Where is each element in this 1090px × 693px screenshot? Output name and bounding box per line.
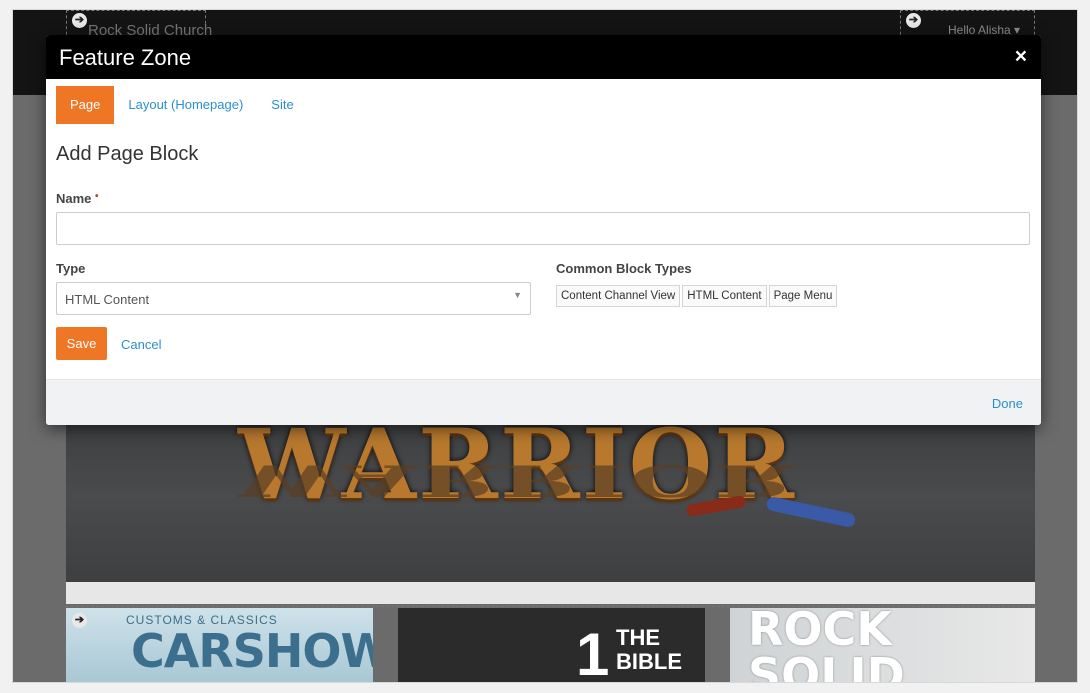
tab-page[interactable]: Page bbox=[56, 86, 115, 124]
feature-tile-rock-solid[interactable]: ROCK SOLID bbox=[730, 608, 1035, 683]
tile-title: THE BIBLE bbox=[616, 625, 682, 674]
type-select[interactable]: HTML Content ▼ bbox=[56, 282, 531, 315]
modal-title: Feature Zone bbox=[59, 45, 192, 70]
tile-title: CARSHOW bbox=[131, 624, 373, 678]
name-label-text: Name bbox=[56, 191, 92, 206]
chip-content-channel-view[interactable]: Content Channel View bbox=[556, 285, 681, 307]
modal-footer: Done bbox=[46, 379, 1041, 425]
hero-caption-strip bbox=[66, 582, 1035, 604]
done-button[interactable]: Done bbox=[992, 396, 1023, 411]
required-indicator: • bbox=[95, 191, 99, 202]
tab-layout[interactable]: Layout (Homepage) bbox=[114, 86, 257, 124]
tile-title: ROCK SOLID bbox=[748, 608, 905, 683]
cancel-button[interactable]: Cancel bbox=[121, 337, 161, 352]
caret-down-icon: ▼ bbox=[513, 290, 522, 300]
type-select-value: HTML Content bbox=[65, 292, 150, 307]
common-block-types: Content Channel View HTML Content Page Men… bbox=[556, 285, 839, 307]
name-label: Name • bbox=[56, 191, 99, 206]
tab-site[interactable]: Site bbox=[257, 86, 307, 124]
close-icon[interactable]: × bbox=[1015, 45, 1027, 69]
name-input[interactable] bbox=[56, 212, 1030, 245]
hero-reflection: WARRIOR bbox=[238, 455, 797, 506]
scope-tabs: Page Layout (Homepage) Site bbox=[56, 86, 308, 124]
chip-page-menu[interactable]: Page Menu bbox=[768, 285, 838, 307]
hero-decoration bbox=[765, 495, 857, 529]
feature-tile-bible[interactable]: 1 THE BIBLE bbox=[398, 608, 705, 683]
feature-zone-modal: Feature Zone × Page Layout (Homepage) Site… bbox=[46, 35, 1041, 425]
common-block-types-label: Common Block Types bbox=[556, 261, 692, 276]
form-heading: Add Page Block bbox=[56, 143, 199, 165]
save-button[interactable]: Save bbox=[56, 327, 107, 360]
zone-arrow-icon[interactable]: ➔ bbox=[72, 13, 87, 28]
hero-banner: WARRIOR WARRIOR bbox=[66, 410, 1035, 582]
modal-header: Feature Zone × bbox=[46, 35, 1041, 79]
feature-tile-carshow[interactable]: CUSTOMS & CLASSICS CARSHOW bbox=[66, 608, 373, 682]
chip-html-content[interactable]: HTML Content bbox=[682, 285, 767, 307]
zone-arrow-icon[interactable]: ➔ bbox=[906, 13, 921, 28]
tile-number: 1 bbox=[576, 621, 610, 683]
type-label: Type bbox=[56, 261, 86, 276]
zone-arrow-icon[interactable]: ➔ bbox=[72, 613, 87, 628]
